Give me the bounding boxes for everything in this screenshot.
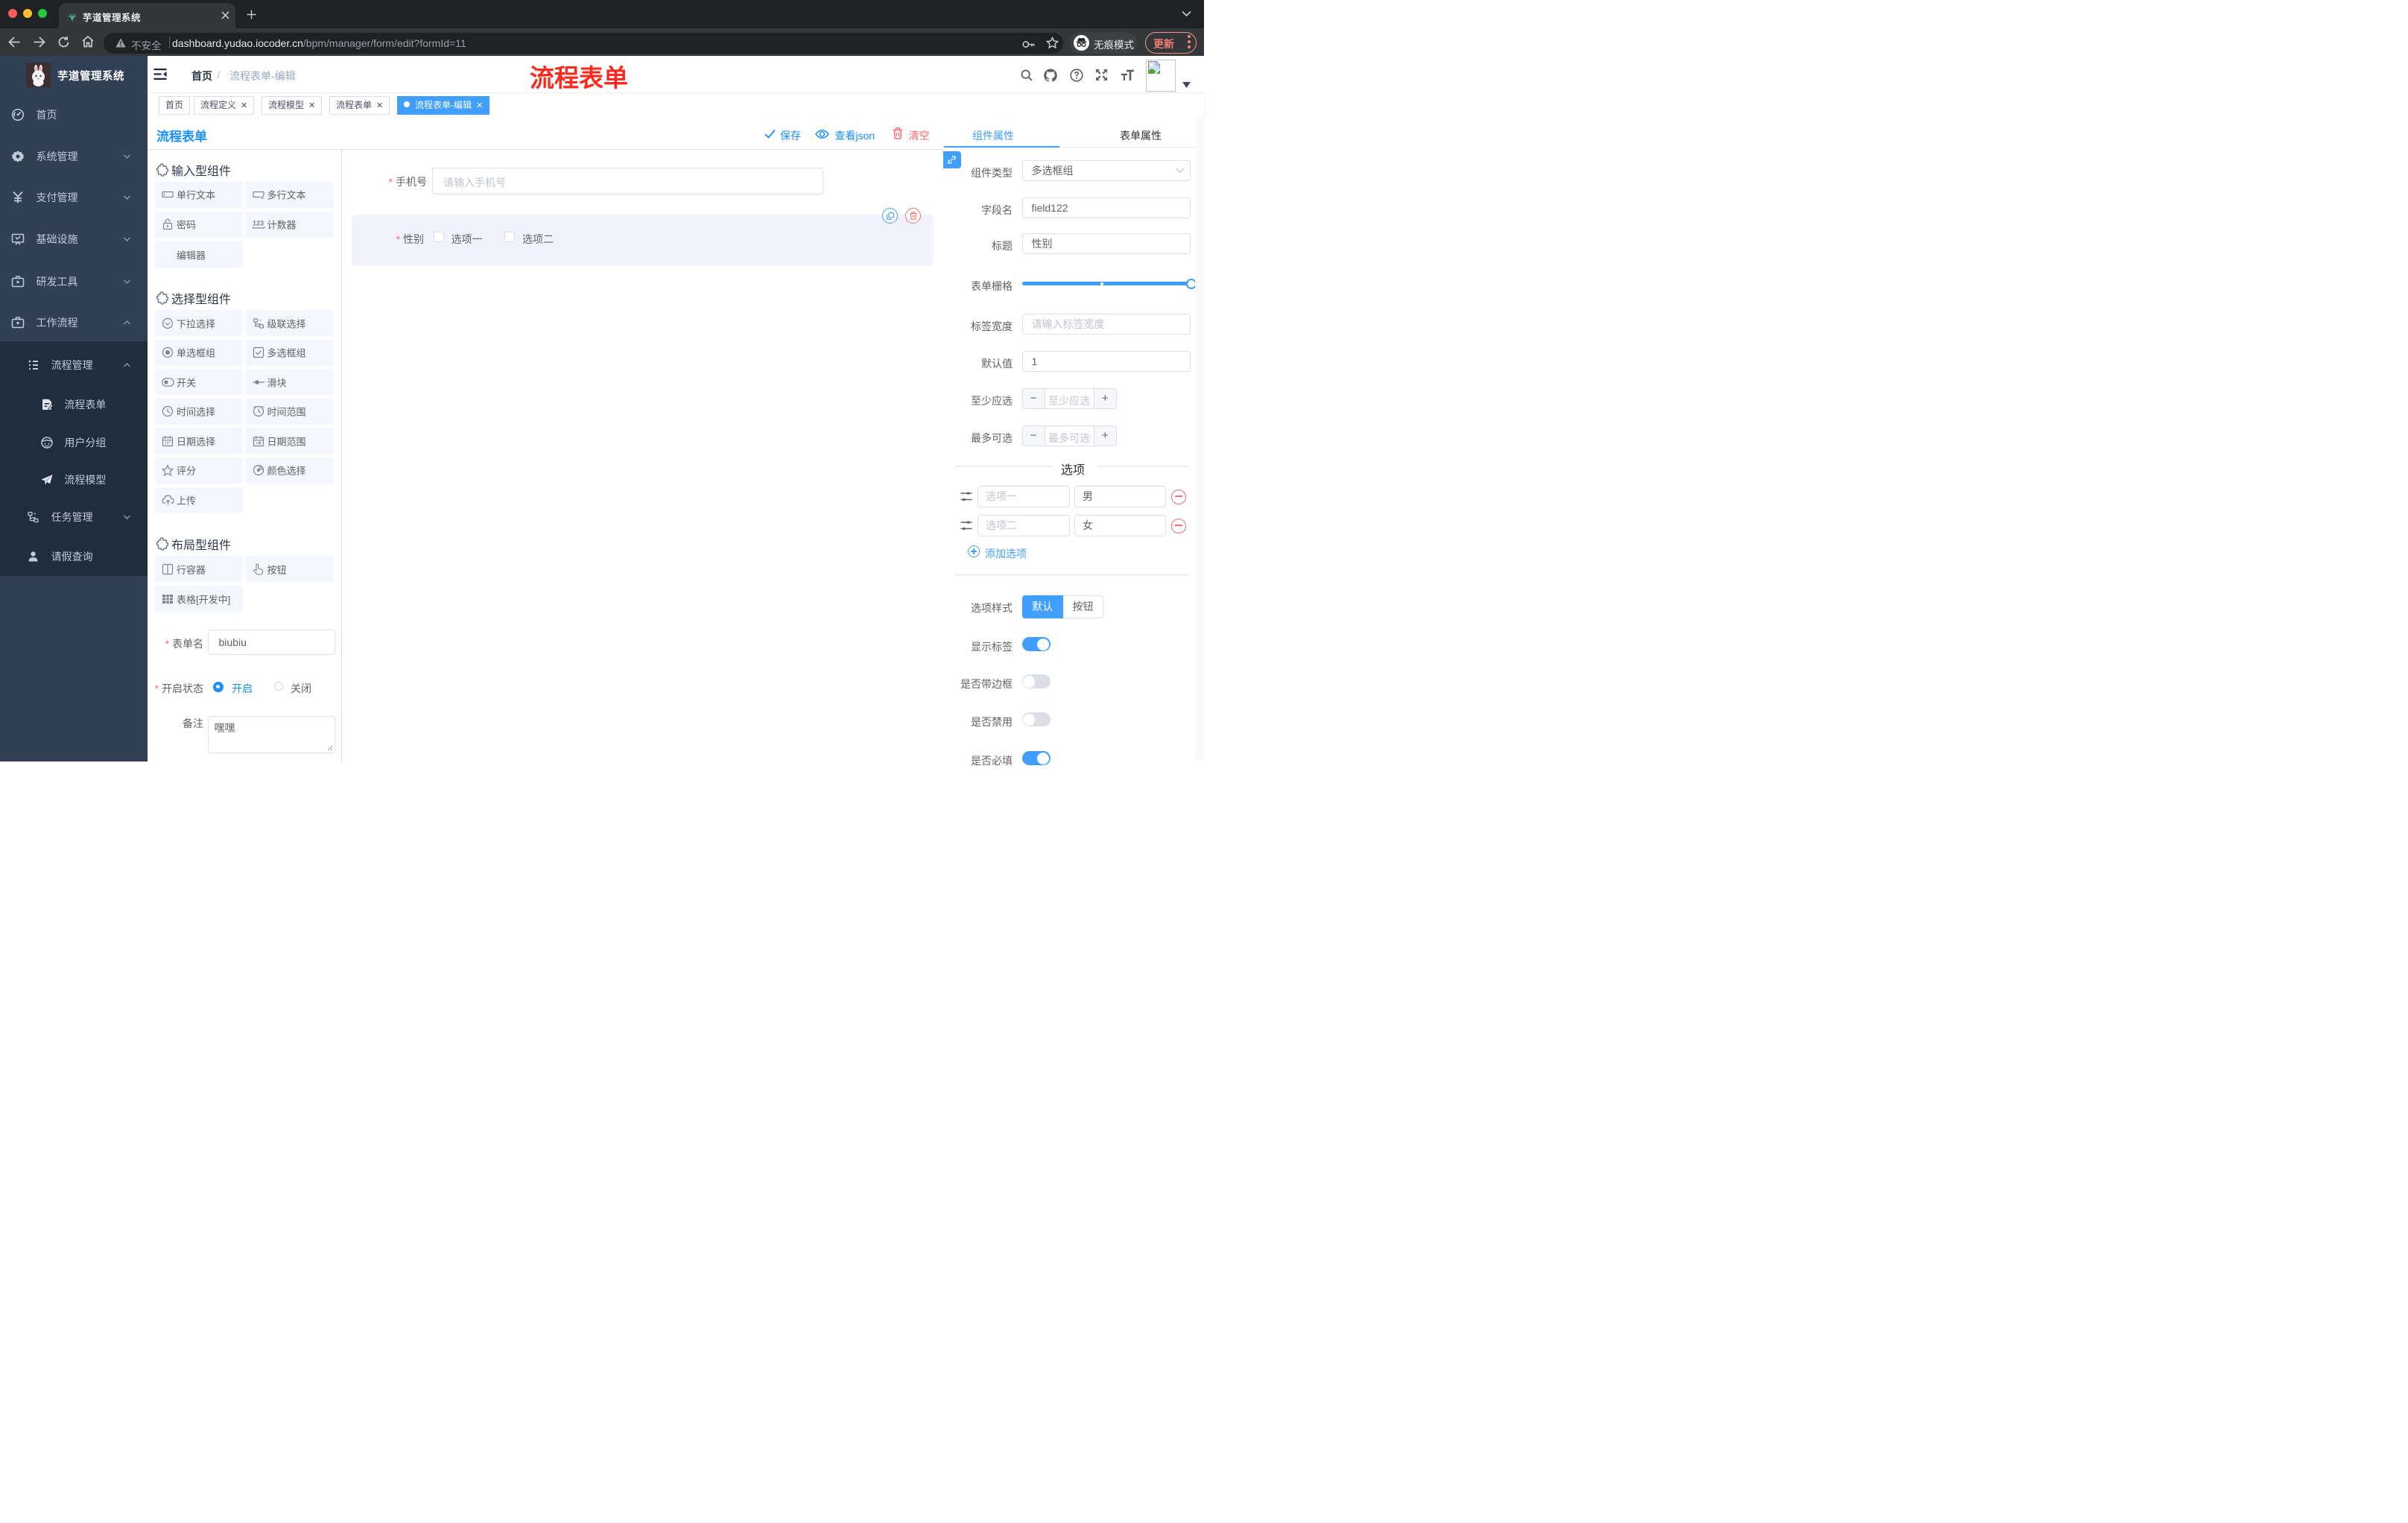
svg-text:123: 123 [253,220,264,227]
